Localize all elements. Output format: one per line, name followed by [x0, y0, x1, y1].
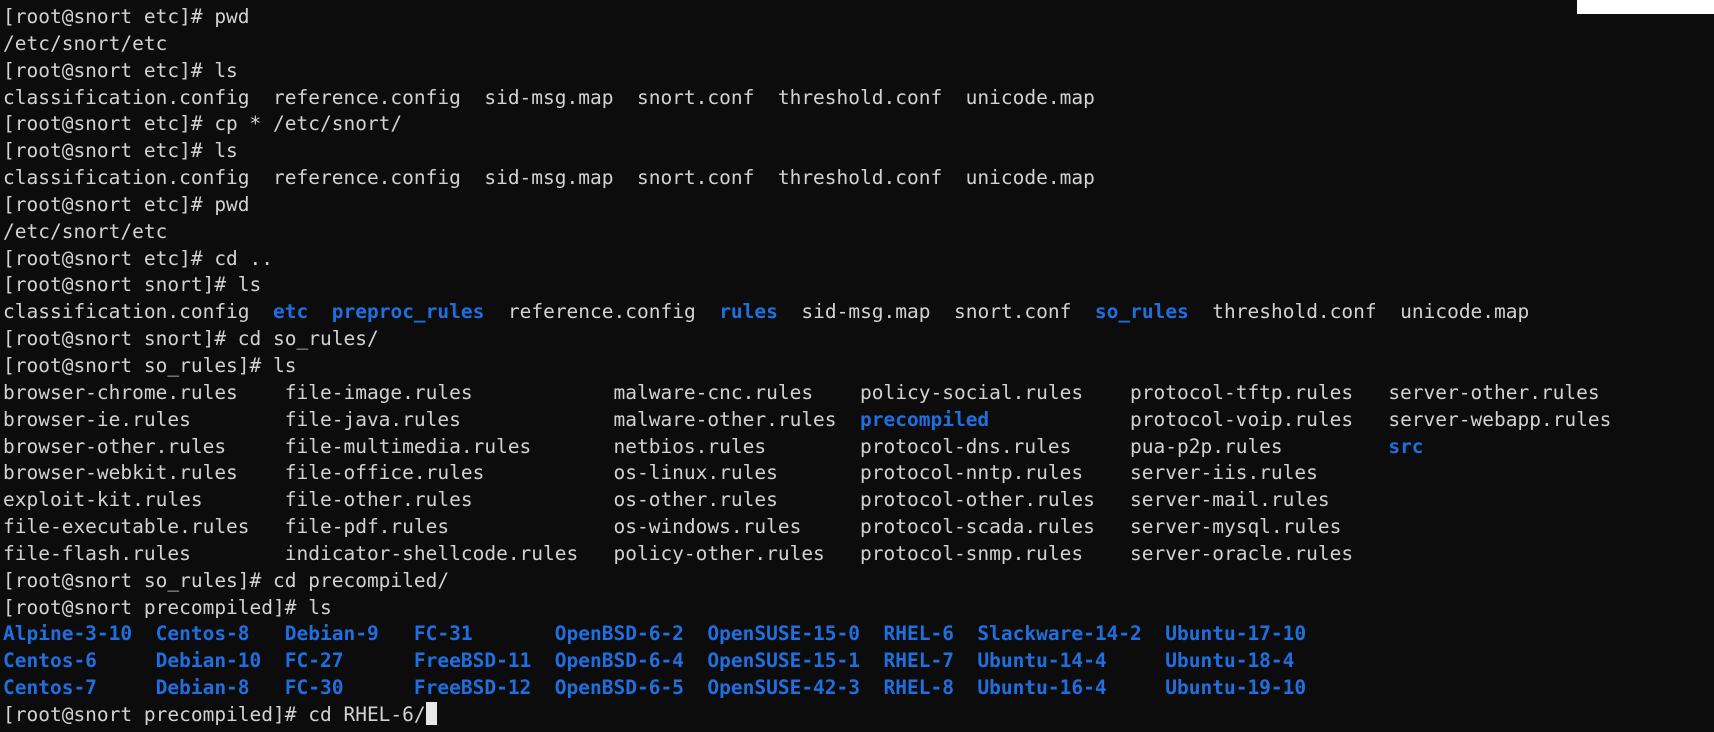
- terminal-text: file-executable.rules file-pdf.rules os-…: [3, 515, 1342, 539]
- terminal-line: file-executable.rules file-pdf.rules os-…: [3, 514, 1611, 541]
- terminal-text: classification.config reference.config s…: [3, 85, 1095, 109]
- terminal-text: [root@snort so_rules]# ls: [3, 353, 297, 377]
- terminal-line: [root@snort etc]# cd ..: [3, 246, 1611, 273]
- terminal-text: [root@snort etc]# cd ..: [3, 246, 274, 270]
- terminal-text: [root@snort snort]# ls: [3, 273, 262, 297]
- terminal-text: threshold.conf unicode.map: [1188, 300, 1530, 324]
- directory-entry: src: [1388, 434, 1424, 458]
- terminal-line: [root@snort etc]# cp * /etc/snort/: [3, 111, 1611, 138]
- terminal-line: classification.config reference.config s…: [3, 165, 1611, 192]
- terminal-line: [root@snort so_rules]# ls: [3, 353, 1611, 380]
- terminal-text: reference.config: [484, 300, 720, 324]
- overlay-box: [1577, 0, 1714, 14]
- directory-entry: etc: [273, 300, 309, 324]
- terminal-text: classification.config reference.config s…: [3, 166, 1095, 190]
- terminal-text: [root@snort snort]# cd so_rules/: [3, 327, 379, 351]
- terminal-line: Centos-7 Debian-8 FC-30 FreeBSD-12 OpenB…: [3, 675, 1611, 702]
- terminal-text: [root@snort etc]# ls: [3, 58, 238, 82]
- terminal-text: sid-msg.map snort.conf: [777, 300, 1095, 324]
- terminal-line: [root@snort etc]# pwd: [3, 4, 1611, 31]
- terminal-line: [root@snort etc]# ls: [3, 138, 1611, 165]
- terminal-line: [root@snort so_rules]# cd precompiled/: [3, 568, 1611, 595]
- directory-entry: precompiled: [860, 407, 990, 431]
- terminal-text: browser-other.rules file-multimedia.rule…: [3, 434, 1389, 458]
- terminal-text: [root@snort etc]# pwd: [3, 192, 250, 216]
- terminal-line: Centos-6 Debian-10 FC-27 FreeBSD-11 Open…: [3, 648, 1611, 675]
- terminal-text: exploit-kit.rules file-other.rules os-ot…: [3, 488, 1330, 512]
- terminal-text: [root@snort etc]# cp * /etc/snort/: [3, 112, 403, 136]
- terminal-line: Alpine-3-10 Centos-8 Debian-9 FC-31 Open…: [3, 621, 1611, 648]
- terminal-line: [root@snort etc]# ls: [3, 58, 1611, 85]
- terminal-window[interactable]: [root@snort etc]# pwd/etc/snort/etc [root…: [0, 0, 1714, 732]
- terminal-text: /etc/snort/etc: [3, 219, 168, 243]
- terminal-line: classification.config etc preproc_rules …: [3, 299, 1611, 326]
- terminal-line: browser-other.rules file-multimedia.rule…: [3, 434, 1611, 461]
- terminal-text: file-flash.rules indicator-shellcode.rul…: [3, 541, 1354, 565]
- terminal-line: [root@snort etc]# pwd: [3, 192, 1611, 219]
- directory-entry: Centos-6 Debian-10 FC-27 FreeBSD-11 Open…: [3, 649, 1295, 673]
- terminal-text: /etc/snort/etc: [3, 31, 168, 55]
- terminal-text: [root@snort precompiled]# ls: [3, 595, 332, 619]
- terminal-cursor[interactable]: [425, 701, 437, 725]
- terminal-line: browser-chrome.rules file-image.rules ma…: [3, 380, 1611, 407]
- directory-entry: so_rules: [1094, 300, 1189, 324]
- terminal-text: classification.config: [3, 300, 274, 324]
- terminal-line: file-flash.rules indicator-shellcode.rul…: [3, 541, 1611, 568]
- terminal-line: [root@snort snort]# cd so_rules/: [3, 326, 1611, 353]
- terminal-text: browser-ie.rules file-java.rules malware…: [3, 407, 861, 431]
- terminal-text: [root@snort etc]# pwd: [3, 5, 250, 28]
- terminal-line: /etc/snort/etc: [3, 31, 1611, 58]
- directory-entry: Centos-7 Debian-8 FC-30 FreeBSD-12 OpenB…: [3, 676, 1307, 700]
- terminal-text: [root@snort etc]# ls: [3, 139, 238, 163]
- terminal-text: [root@snort so_rules]# cd precompiled/: [3, 568, 450, 592]
- terminal-line: [root@snort snort]# ls: [3, 272, 1611, 299]
- terminal-line: browser-ie.rules file-java.rules malware…: [3, 407, 1611, 434]
- terminal-line: [root@snort precompiled]# ls: [3, 595, 1611, 622]
- terminal-line: browser-webkit.rules file-office.rules o…: [3, 460, 1611, 487]
- terminal-line: /etc/snort/etc: [3, 219, 1611, 246]
- terminal-line: exploit-kit.rules file-other.rules os-ot…: [3, 487, 1611, 514]
- directory-entry: preproc_rules: [331, 300, 485, 324]
- terminal-line: [root@snort precompiled]# cd RHEL-6/: [3, 701, 1611, 729]
- terminal-text: browser-chrome.rules file-image.rules ma…: [3, 380, 1600, 404]
- terminal-line: classification.config reference.config s…: [3, 85, 1611, 112]
- terminal-output: [root@snort etc]# pwd/etc/snort/etc [root…: [3, 4, 1611, 729]
- terminal-text: browser-webkit.rules file-office.rules o…: [3, 461, 1318, 485]
- terminal-text: [root@snort precompiled]# cd RHEL-6/: [3, 702, 426, 726]
- directory-entry: Alpine-3-10 Centos-8 Debian-9 FC-31 Open…: [3, 622, 1307, 646]
- terminal-text: protocol-voip.rules server-webapp.rules: [989, 407, 1612, 431]
- directory-entry: rules: [719, 300, 778, 324]
